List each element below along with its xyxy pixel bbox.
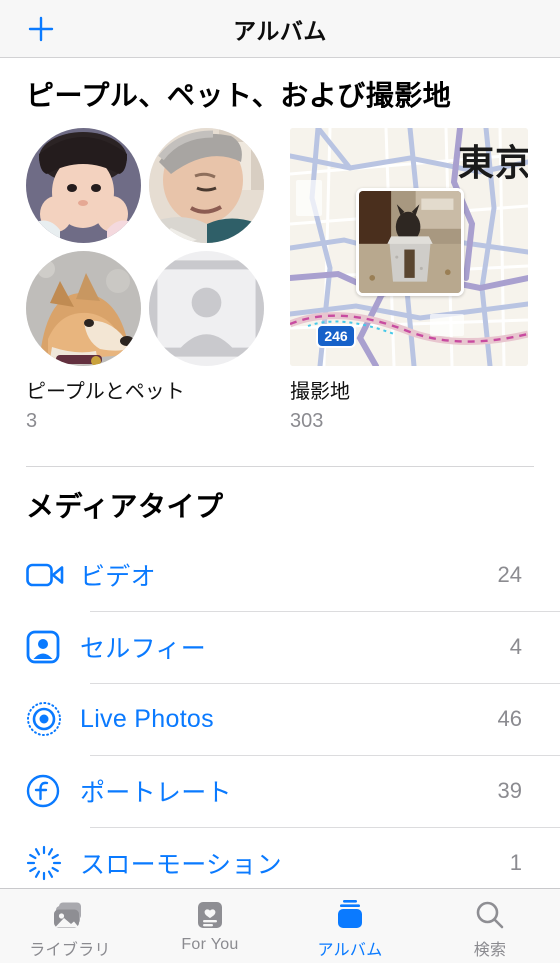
tab-for-you[interactable]: For You [140,889,280,954]
tab-label: 検索 [473,942,507,959]
scroll-content[interactable]: ピープル、ペット、および撮影地 ピープルとペット 3 東京 246 撮影地 30… [0,58,560,963]
plus-icon [28,16,54,41]
chevron-right-icon [534,851,560,875]
people-pets-caption: ピープルとペット 3 [26,366,264,436]
route-number-badge: 246 [316,324,356,348]
avatar-elderly-woman [149,128,264,243]
media-row-label: スローモーション [80,851,282,879]
media-types-list: ビデオ 24 セルフィー 4 Live Photos 46 ポートレート 39 … [0,539,560,899]
places-count: 303 [290,410,324,432]
media-row-count: 39 [497,778,522,803]
chevron-right-icon [534,779,560,803]
avatar-shiba-dog [26,251,141,366]
person-photo-placeholder-icon [149,260,264,357]
people-pets-title: ピープルとペット [26,381,185,403]
chevron-right-icon [534,635,560,659]
tab-label: For You [181,936,239,953]
map-place-label: 東京 [457,142,528,183]
map-thumbnail: 東京 246 [290,128,528,366]
people-pets-grid [26,128,264,366]
tab-label: アルバム [317,942,383,959]
portrait-aperture-icon [26,771,72,811]
section-title-people-places: ピープル、ペット、および撮影地 [26,80,452,111]
media-row-count: 1 [509,850,522,875]
photos-app-screen: アルバム ピープル、ペット、および撮影地 ピープルとペット 3 東京 246 撮… [0,0,560,963]
people-places-tiles: ピープルとペット 3 東京 246 撮影地 303 [0,122,560,436]
page-title: アルバム [233,17,327,44]
navigation-bar: アルバム [0,0,560,58]
media-row-videos[interactable]: ビデオ 24 [26,539,560,611]
media-row-live-photos[interactable]: Live Photos 46 [26,683,560,755]
tab-bar: ライブラリ For You アルバム 検索 [0,888,560,963]
chevron-right-icon [534,563,560,587]
media-row-portrait[interactable]: ポートレート 39 [26,755,560,827]
places-title: 撮影地 [290,381,350,403]
for-you-card-icon [196,898,224,932]
section-title-media-types: メディアタイプ [26,491,224,522]
photo-stack-icon [53,898,87,932]
media-row-label: ポートレート [80,779,232,807]
media-row-count: 4 [509,634,522,659]
avatar-girl [26,128,141,243]
add-album-button[interactable] [22,10,60,48]
media-row-count: 46 [497,706,522,731]
media-row-selfies[interactable]: セルフィー 4 [26,611,560,683]
chevron-right-icon [534,707,560,731]
media-row-label: Live Photos [80,704,214,733]
places-tile[interactable]: 東京 246 撮影地 303 [290,128,528,436]
tab-search[interactable]: 検索 [420,889,560,960]
selfie-person-icon [26,627,72,667]
people-pets-count: 3 [26,410,38,432]
media-row-label: ビデオ [80,563,156,591]
tab-library[interactable]: ライブラリ [0,889,140,960]
tab-albums[interactable]: アルバム [280,889,420,960]
media-row-label: セルフィー [80,635,207,663]
avatar-placeholder [149,251,264,366]
places-caption: 撮影地 303 [290,366,528,436]
slomo-burst-icon [26,843,72,883]
albums-stack-icon [334,898,366,932]
video-camera-icon [26,555,72,595]
media-row-count: 24 [497,562,522,587]
live-photo-icon [26,699,72,739]
search-magnifier-icon [475,898,505,932]
tab-label: ライブラリ [29,942,111,959]
map-photo-thumbnail [356,188,464,296]
people-pets-tile[interactable]: ピープルとペット 3 [26,128,264,436]
